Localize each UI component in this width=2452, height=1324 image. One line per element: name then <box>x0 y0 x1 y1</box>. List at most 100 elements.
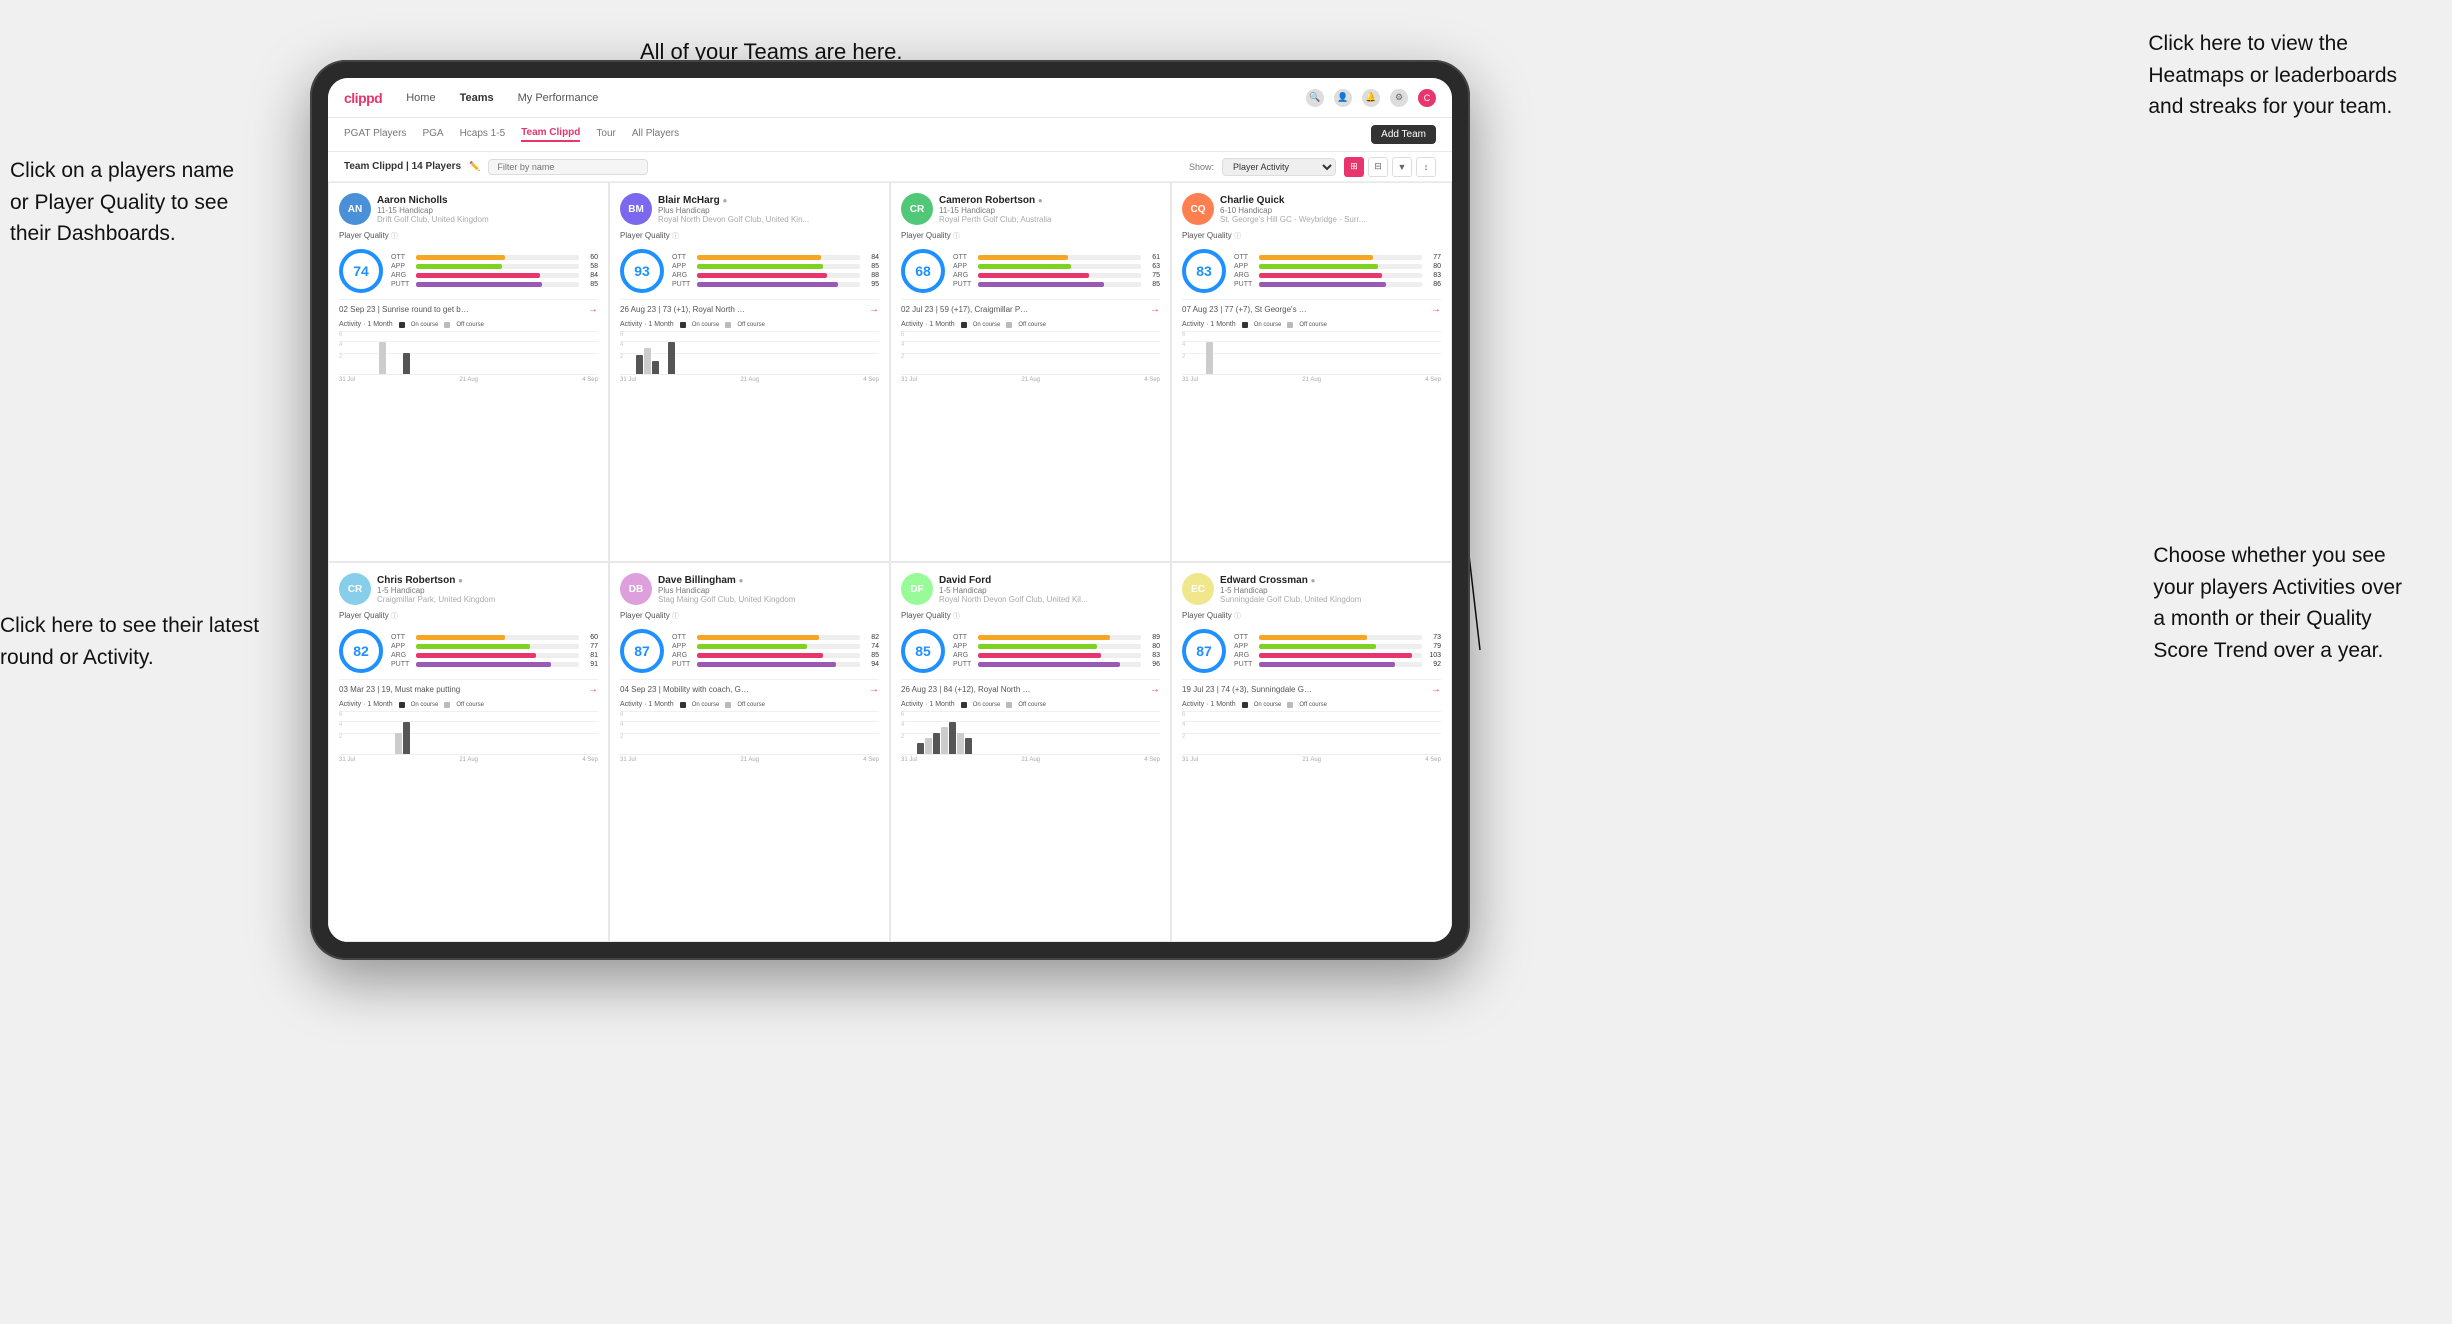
subnav-pgat[interactable]: PGAT Players <box>344 128 406 141</box>
round-arrow-icon[interactable]: → <box>588 684 598 695</box>
latest-round[interactable]: 02 Jul 23 | 59 (+17), Craigmillar Park G… <box>901 299 1160 315</box>
ott-value: 60 <box>582 634 598 641</box>
chart-dates: 31 Jul 21 Aug 4 Sep <box>620 757 879 763</box>
ott-bar-row: OTT 77 <box>1234 254 1441 261</box>
ott-fill <box>416 255 505 260</box>
app-fill <box>697 644 807 649</box>
app-fill <box>416 644 530 649</box>
round-arrow-icon[interactable]: → <box>869 304 879 315</box>
app-value: 79 <box>1425 643 1441 650</box>
search-icon[interactable]: 🔍 <box>1306 89 1324 107</box>
quality-circle[interactable]: 68 <box>901 249 945 293</box>
show-select[interactable]: Player Activity Quality Score Trend <box>1222 158 1336 176</box>
quality-circle[interactable]: 87 <box>1182 629 1226 673</box>
latest-round[interactable]: 04 Sep 23 | Mobility with coach, Gym → <box>620 679 879 695</box>
round-arrow-icon[interactable]: → <box>1150 304 1160 315</box>
player-card[interactable]: CR Cameron Robertson ● 11-15 HandicapRoy… <box>890 182 1171 562</box>
subnav-team-clippd[interactable]: Team Clippd <box>521 127 580 142</box>
grid-view-icon-2[interactable]: ⊟ <box>1368 157 1388 177</box>
settings-icon[interactable]: ⚙ <box>1390 89 1408 107</box>
activity-label: Activity · 1 Month <box>901 701 955 708</box>
quality-circle[interactable]: 87 <box>620 629 664 673</box>
filter-icon[interactable]: ▼ <box>1392 157 1412 177</box>
quality-circle[interactable]: 93 <box>620 249 664 293</box>
player-card[interactable]: EC Edward Crossman ● 1-5 HandicapSunning… <box>1171 562 1452 942</box>
player-handicap: 11-15 HandicapRoyal Perth Golf Club, Aus… <box>939 206 1160 224</box>
date-3: 4 Sep <box>1144 757 1160 763</box>
player-name[interactable]: David Ford <box>939 575 1160 586</box>
player-card[interactable]: CR Chris Robertson ● 1-5 HandicapCraigmi… <box>328 562 609 942</box>
date-1: 31 Jul <box>901 757 917 763</box>
annotation-left-top: Click on a players nameor Player Quality… <box>10 155 234 250</box>
player-name[interactable]: Cameron Robertson ● <box>939 195 1160 206</box>
player-handicap: 6-10 HandicapSt. George's Hill GC - Weyb… <box>1220 206 1441 224</box>
player-name[interactable]: Edward Crossman ● <box>1220 575 1441 586</box>
quality-circle[interactable]: 85 <box>901 629 945 673</box>
quality-section[interactable]: 85 OTT 89 APP 80 ARG <box>901 629 1160 673</box>
quality-section[interactable]: 87 OTT 82 APP 74 ARG <box>620 629 879 673</box>
player-name[interactable]: Blair McHarg ● <box>658 195 879 206</box>
show-label: Show: <box>1189 162 1214 172</box>
nav-link-performance[interactable]: My Performance <box>514 92 603 104</box>
player-name[interactable]: Charlie Quick <box>1220 195 1441 206</box>
nav-link-home[interactable]: Home <box>402 92 439 104</box>
round-arrow-icon[interactable]: → <box>588 304 598 315</box>
quality-label: Player Quality ⓘ <box>339 231 598 241</box>
latest-round[interactable]: 26 Aug 23 | 73 (+1), Royal North Devon G… <box>620 299 879 315</box>
quality-section[interactable]: 83 OTT 77 APP 80 ARG <box>1182 249 1441 293</box>
latest-round[interactable]: 02 Sep 23 | Sunrise round to get back in… <box>339 299 598 315</box>
latest-round[interactable]: 19 Jul 23 | 74 (+3), Sunningdale GC - Ol… <box>1182 679 1441 695</box>
quality-section[interactable]: 74 OTT 60 APP 58 ARG <box>339 249 598 293</box>
subnav-pga[interactable]: PGA <box>422 128 443 141</box>
latest-round[interactable]: 26 Aug 23 | 84 (+12), Royal North Devon … <box>901 679 1160 695</box>
avatar-icon[interactable]: C <box>1418 89 1436 107</box>
app-label: APP <box>391 643 413 650</box>
subnav-hcaps[interactable]: Hcaps 1-5 <box>460 128 506 141</box>
ott-label: OTT <box>391 634 413 641</box>
date-2: 21 Aug <box>740 757 759 763</box>
quality-circle[interactable]: 74 <box>339 249 383 293</box>
add-team-button[interactable]: Add Team <box>1371 125 1436 144</box>
activity-label: Activity · 1 Month <box>339 701 393 708</box>
quality-bars: OTT 60 APP 77 ARG <box>391 634 598 668</box>
player-card[interactable]: DB Dave Billingham ● Plus HandicapStag M… <box>609 562 890 942</box>
player-card[interactable]: CQ Charlie Quick 6-10 HandicapSt. George… <box>1171 182 1452 562</box>
sort-icon[interactable]: ↕ <box>1416 157 1436 177</box>
activity-chart: 6 4 2 <box>901 331 1160 375</box>
team-filter-input[interactable] <box>488 159 648 175</box>
player-card[interactable]: AN Aaron Nicholls 11-15 HandicapDrift Go… <box>328 182 609 562</box>
round-arrow-icon[interactable]: → <box>869 684 879 695</box>
subnav-all-players[interactable]: All Players <box>632 128 679 141</box>
nav-link-teams[interactable]: Teams <box>456 92 498 104</box>
off-course-legend <box>1287 702 1293 708</box>
player-header: EC Edward Crossman ● 1-5 HandicapSunning… <box>1182 573 1441 605</box>
quality-circle[interactable]: 82 <box>339 629 383 673</box>
player-card[interactable]: DF David Ford 1-5 HandicapRoyal North De… <box>890 562 1171 942</box>
bell-icon[interactable]: 🔔 <box>1362 89 1380 107</box>
latest-round[interactable]: 03 Mar 23 | 19, Must make putting → <box>339 679 598 695</box>
latest-round[interactable]: 07 Aug 23 | 77 (+7), St George's Hill GC… <box>1182 299 1441 315</box>
round-arrow-icon[interactable]: → <box>1150 684 1160 695</box>
quality-section[interactable]: 68 OTT 61 APP 63 ARG <box>901 249 1160 293</box>
date-3: 4 Sep <box>863 757 879 763</box>
player-name[interactable]: Dave Billingham ● <box>658 575 879 586</box>
player-name[interactable]: Aaron Nicholls <box>377 195 598 206</box>
round-arrow-icon[interactable]: → <box>1431 304 1441 315</box>
app-label: APP <box>953 643 975 650</box>
arg-bar-row: ARG 81 <box>391 652 598 659</box>
putt-value: 94 <box>863 661 879 668</box>
app-track <box>697 644 860 649</box>
quality-circle[interactable]: 83 <box>1182 249 1226 293</box>
quality-section[interactable]: 82 OTT 60 APP 77 ARG <box>339 629 598 673</box>
quality-section[interactable]: 87 OTT 73 APP 79 ARG <box>1182 629 1441 673</box>
player-card[interactable]: BM Blair McHarg ● Plus HandicapRoyal Nor… <box>609 182 890 562</box>
profile-icon[interactable]: 👤 <box>1334 89 1352 107</box>
edit-icon[interactable]: ✏️ <box>469 161 480 172</box>
subnav-tour[interactable]: Tour <box>596 128 615 141</box>
round-arrow-icon[interactable]: → <box>1431 684 1441 695</box>
player-name[interactable]: Chris Robertson ● <box>377 575 598 586</box>
date-2: 21 Aug <box>459 377 478 383</box>
quality-section[interactable]: 93 OTT 84 APP 85 ARG <box>620 249 879 293</box>
grid-view-icon[interactable]: ⊞ <box>1344 157 1364 177</box>
putt-value: 92 <box>1425 661 1441 668</box>
